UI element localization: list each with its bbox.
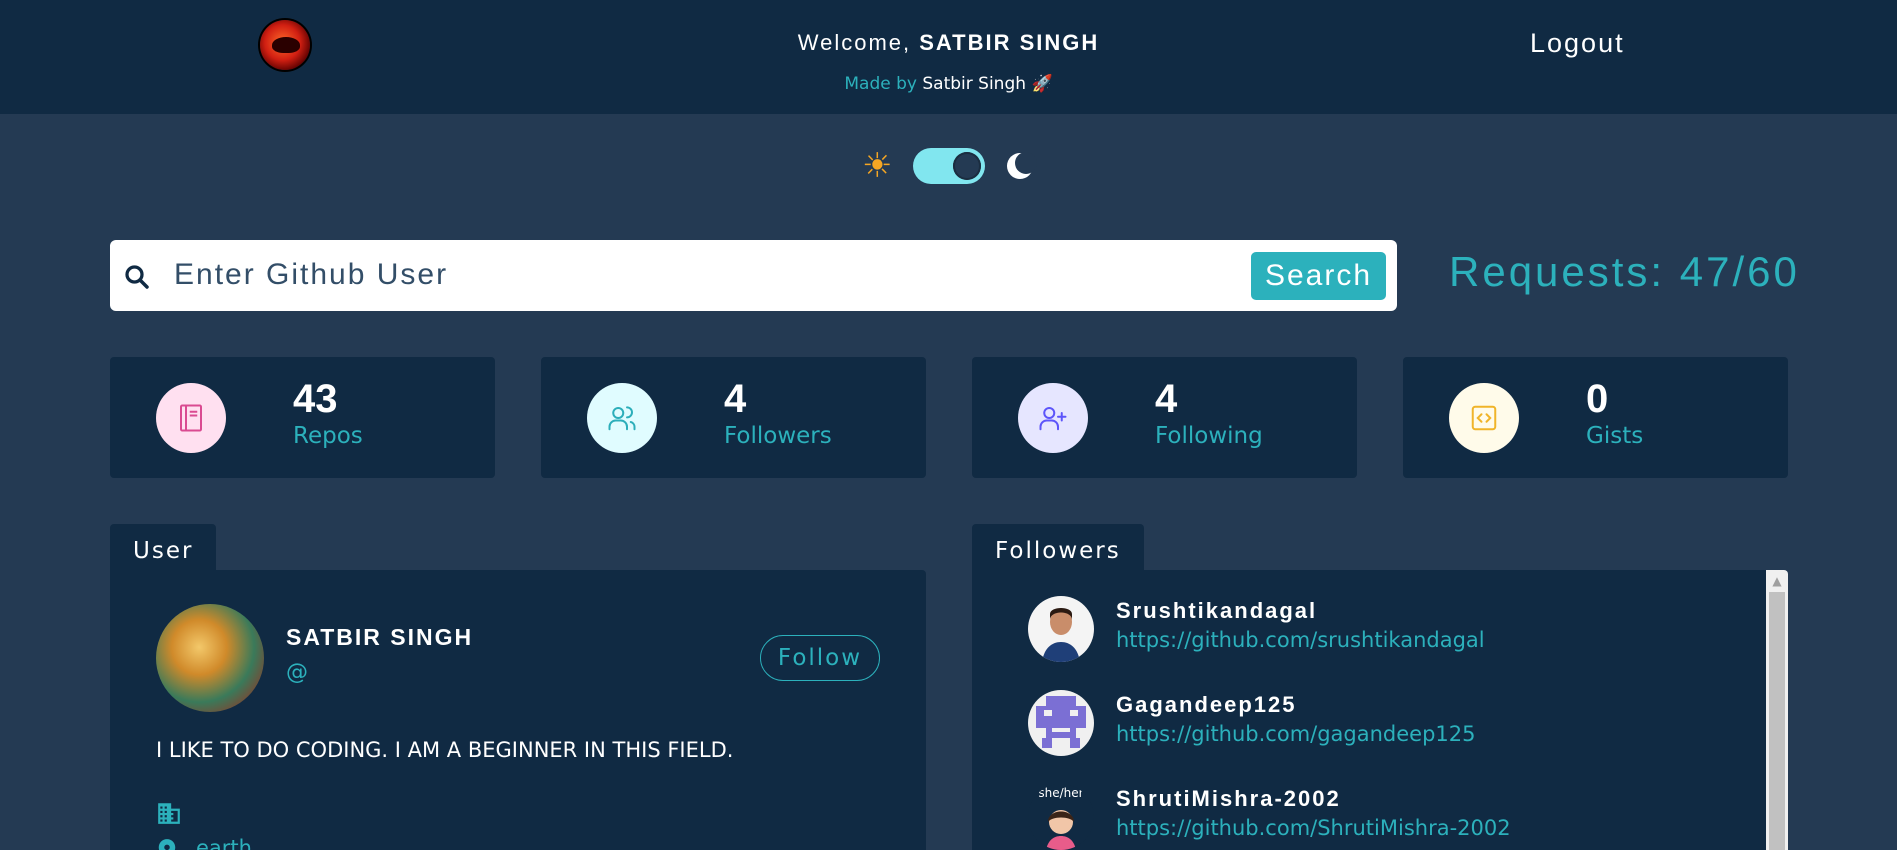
rocket-icon: 🚀 <box>1031 74 1053 94</box>
stat-card-repos: 43 Repos <box>110 357 495 478</box>
user-name: SATBIR SINGH <box>286 624 474 650</box>
stat-card-following: 4 Following <box>972 357 1357 478</box>
follower-url-link[interactable]: https://github.com/gagandeep125 <box>1116 722 1476 746</box>
scroll-up-arrow-icon[interactable]: ▲ <box>1766 570 1788 592</box>
user-bio: I LIKE TO DO CODING. I AM A BEGINNER IN … <box>156 738 734 762</box>
made-by-prefix: Made by <box>844 74 923 94</box>
building-icon <box>158 803 180 824</box>
follower-url-link[interactable]: https://github.com/ShrutiMishra-2002 <box>1116 816 1511 840</box>
welcome-name: SATBIR SINGH <box>919 30 1100 55</box>
avatar-pronoun-text: she/her <box>1038 786 1083 800</box>
followers-list[interactable]: Srushtikandagal https://github.com/srush… <box>972 570 1788 850</box>
logout-button[interactable]: Logout <box>1530 28 1625 59</box>
followers-count: 4 <box>724 377 747 421</box>
code-icon <box>1471 405 1497 431</box>
follower-item: Gagandeep125 https://github.com/gagandee… <box>1028 690 1728 760</box>
stat-card-gists: 0 Gists <box>1403 357 1788 478</box>
follower-login: Gagandeep125 <box>1116 692 1297 717</box>
following-count: 4 <box>1155 377 1178 421</box>
search-icon <box>125 265 149 289</box>
made-by-text: Made by Satbir Singh 🚀 <box>0 74 1897 94</box>
user-card: SATBIR SINGH @ Follow I LIKE TO DO CODIN… <box>110 570 926 850</box>
followers-scrollbar[interactable]: ▲ <box>1766 570 1788 850</box>
user-plus-icon <box>1039 407 1067 431</box>
users-icon <box>608 406 636 431</box>
tab-user: User <box>110 524 217 572</box>
requests-counter: Requests: 47/60 <box>1449 248 1800 295</box>
repos-label: Repos <box>293 423 363 449</box>
stat-card-followers: 4 Followers <box>541 357 926 478</box>
follower-item: Srushtikandagal https://github.com/srush… <box>1028 596 1728 666</box>
theme-toggle[interactable] <box>913 148 985 184</box>
user-handle: @ <box>286 660 308 685</box>
follower-url-link[interactable]: https://github.com/srushtikandagal <box>1116 628 1485 652</box>
search-input[interactable] <box>174 250 1174 300</box>
follower-login: ShrutiMishra-2002 <box>1116 786 1341 811</box>
search-button[interactable]: Search <box>1251 252 1386 300</box>
top-navbar: Welcome, SATBIR SINGH Made by Satbir Sin… <box>0 0 1897 114</box>
welcome-prefix: Welcome, <box>797 30 920 55</box>
tab-followers: Followers <box>972 524 1144 572</box>
repos-icon-circle <box>156 383 226 453</box>
follower-avatar: she/her <box>1028 784 1094 850</box>
repos-count: 43 <box>293 377 338 421</box>
sun-icon: ☀ <box>862 146 893 186</box>
gists-icon-circle <box>1449 383 1519 453</box>
follow-button[interactable]: Follow <box>760 635 880 681</box>
scroll-thumb[interactable] <box>1769 592 1785 850</box>
follower-item: she/her ShrutiMishra-2002 https://github… <box>1028 784 1728 850</box>
follower-avatar <box>1028 690 1094 756</box>
follower-login: Srushtikandagal <box>1116 598 1318 623</box>
toggle-knob <box>953 152 981 180</box>
user-location: earth <box>196 836 252 850</box>
followers-label: Followers <box>724 423 832 449</box>
following-icon-circle <box>1018 383 1088 453</box>
gists-label: Gists <box>1586 423 1644 449</box>
followers-icon-circle <box>587 383 657 453</box>
made-by-name: Satbir Singh <box>922 74 1027 94</box>
follower-avatar <box>1028 596 1094 662</box>
gists-count: 0 <box>1586 377 1609 421</box>
avatar <box>156 604 264 712</box>
book-icon <box>180 404 202 432</box>
moon-icon <box>1007 152 1037 179</box>
following-label: Following <box>1155 423 1263 449</box>
search-form: Search <box>110 240 1397 311</box>
location-icon <box>158 839 176 850</box>
